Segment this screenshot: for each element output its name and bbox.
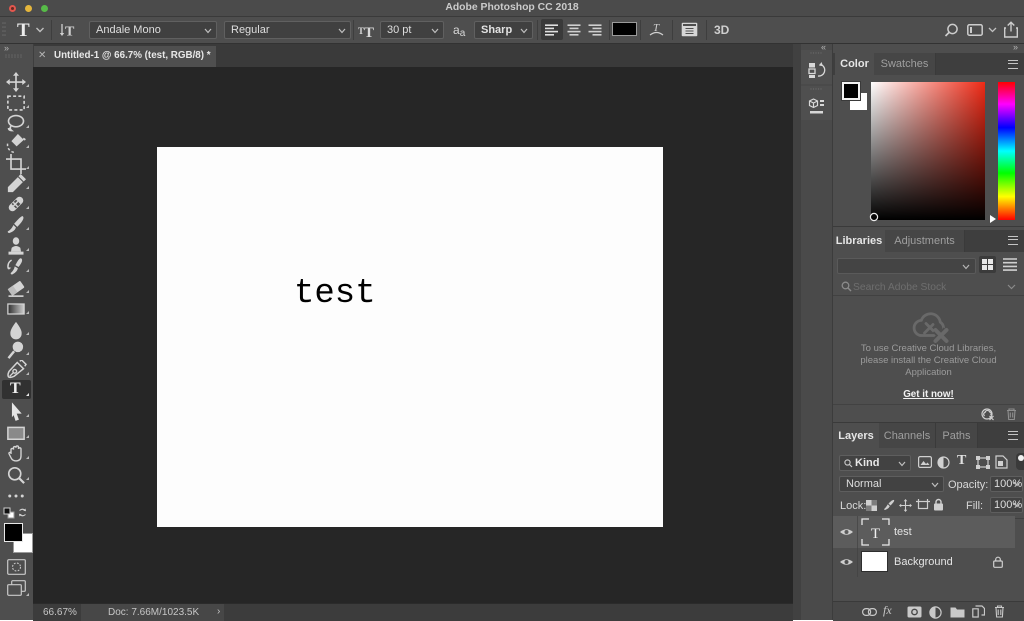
svg-text:T: T [871, 526, 880, 542]
svg-text:T: T [65, 25, 75, 39]
svg-text:T: T [653, 22, 660, 34]
